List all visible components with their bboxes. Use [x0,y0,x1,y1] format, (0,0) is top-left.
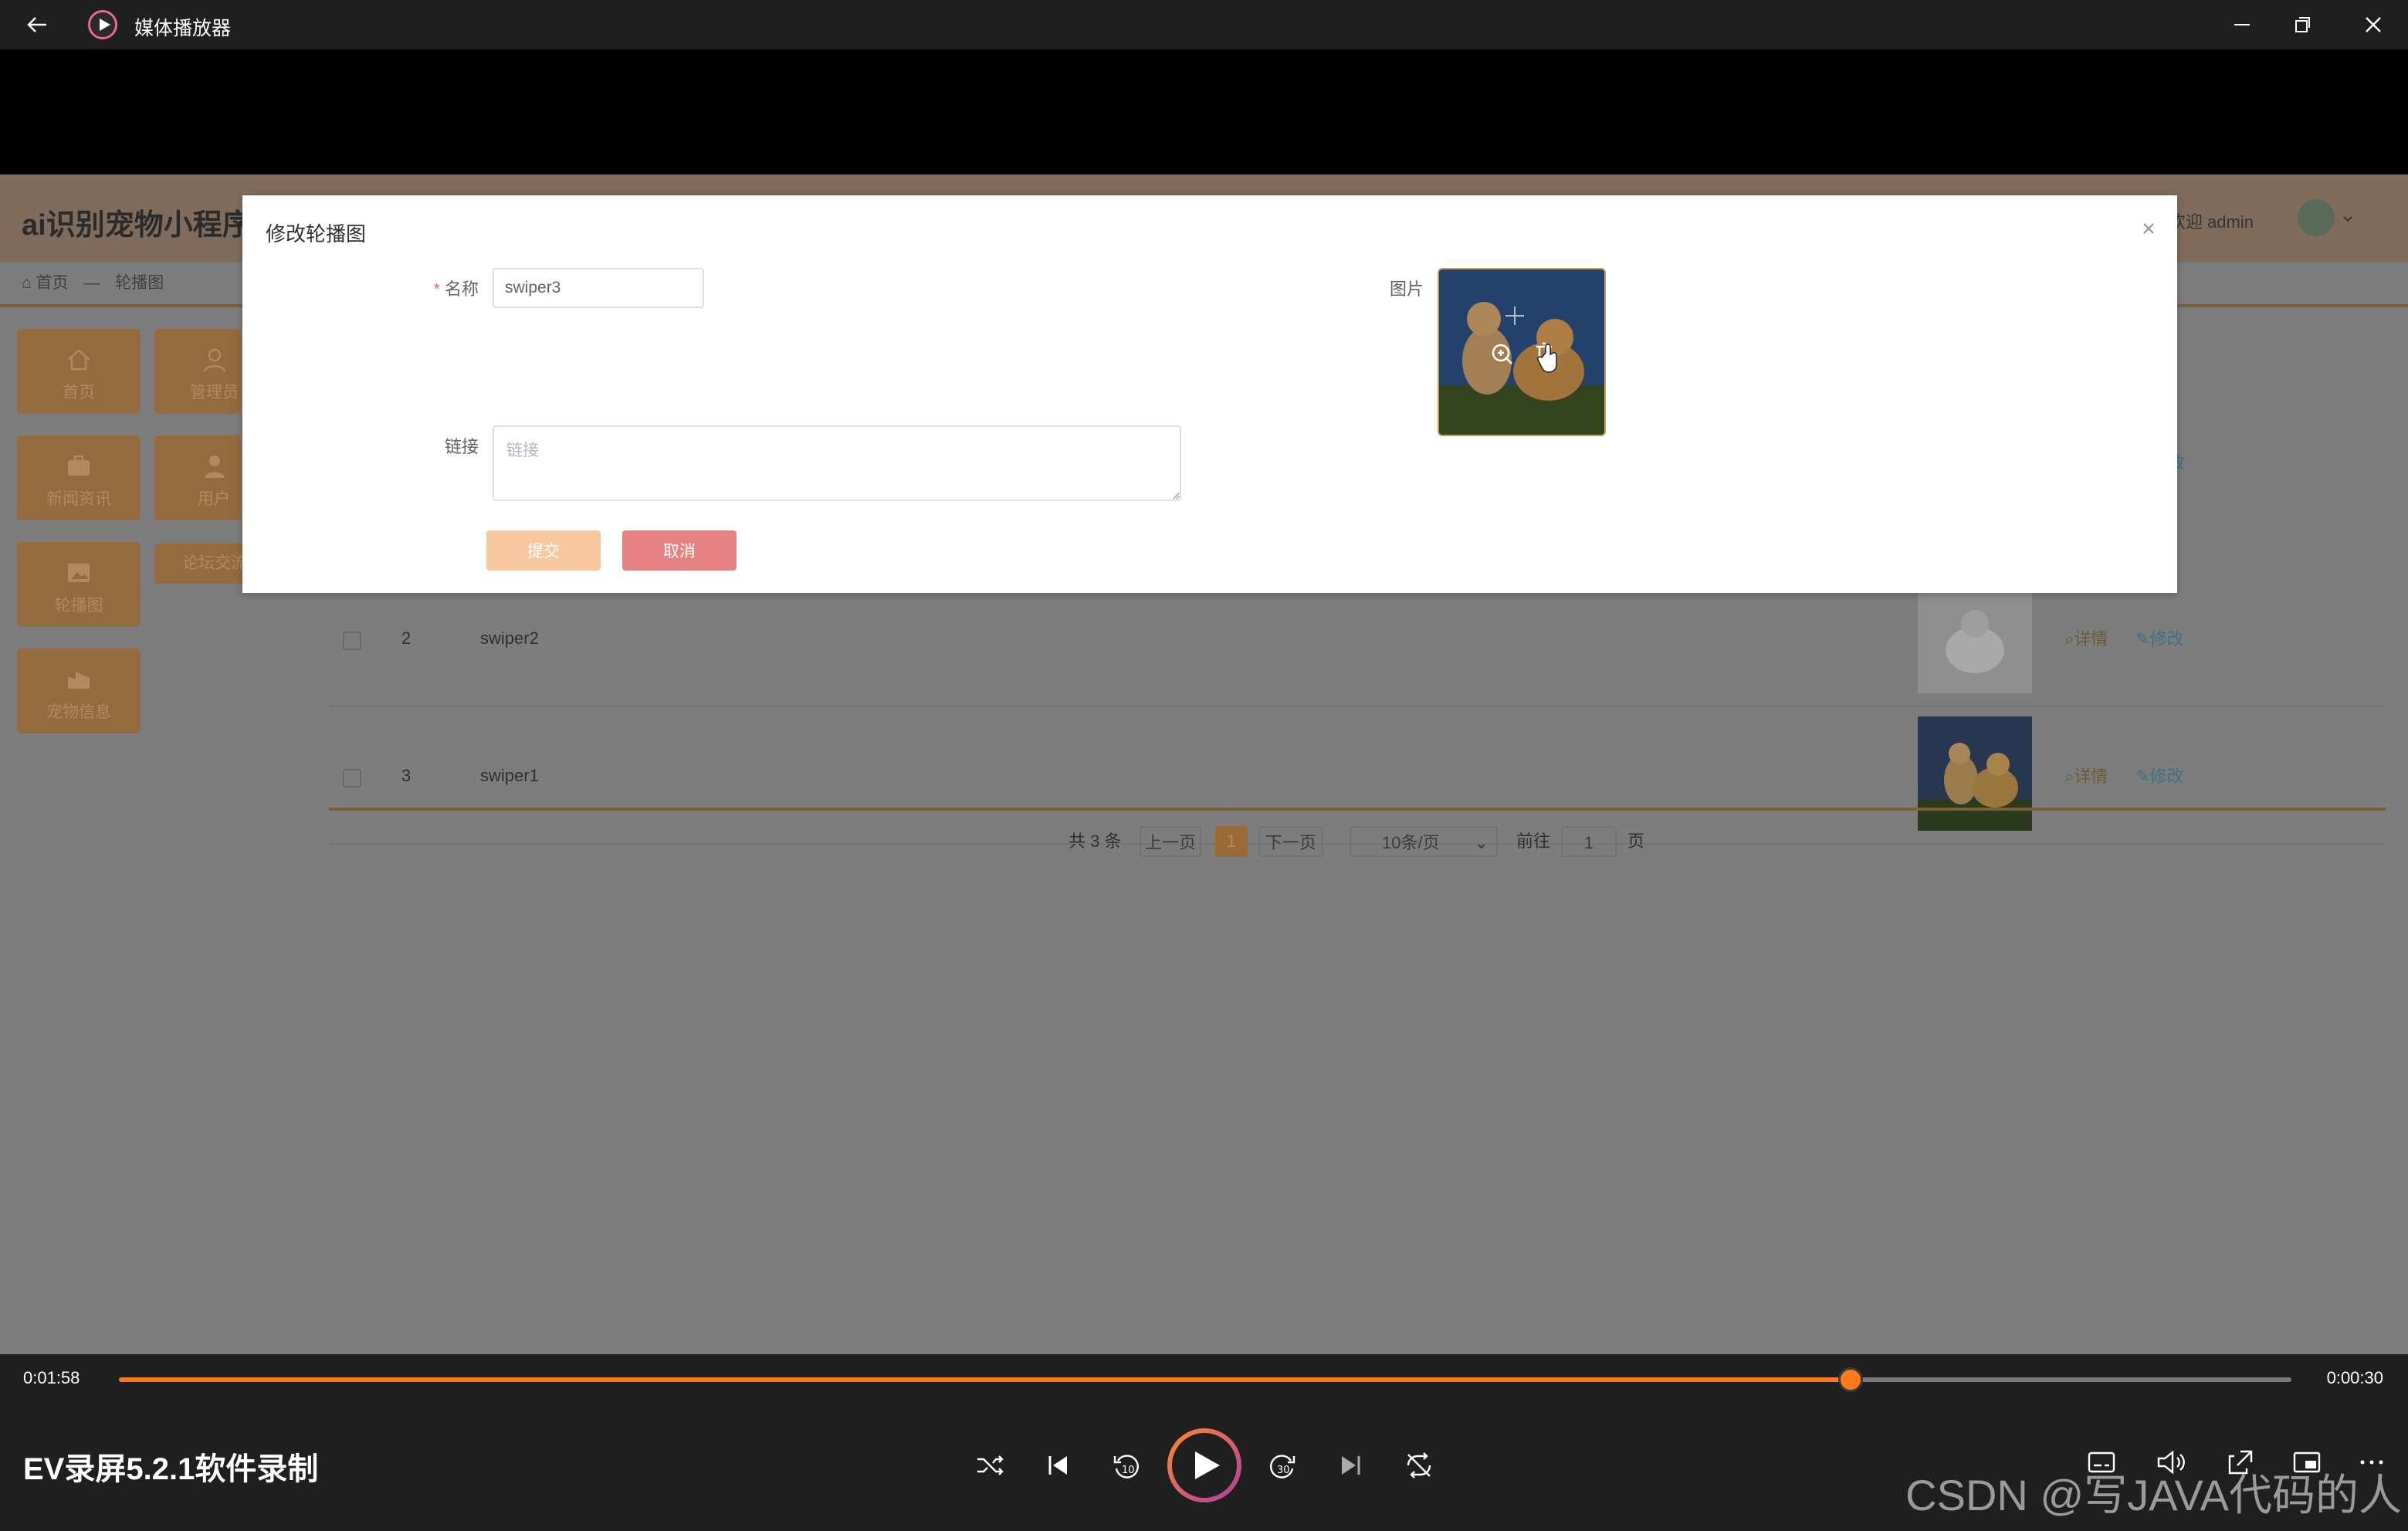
submit-button[interactable]: 提交 [486,530,601,571]
link-field[interactable] [493,425,1181,501]
person-icon [205,456,225,478]
window-title: 媒体播放器 [134,18,232,39]
close-icon[interactable] [2140,220,2157,237]
row-edit-link[interactable]: ✎修改 [2135,763,2183,788]
pagination-next[interactable]: 下一页 [1258,826,1323,857]
restore-icon[interactable] [2285,8,2319,42]
row-name: swiper1 [480,766,539,785]
edit-carousel-dialog: 修改轮播图 *名称 swiper3 链接 提交 取消 图片 [242,195,2177,593]
seek-bar[interactable] [119,1367,2291,1392]
remaining-time: 0:00:30 [2326,1368,2383,1387]
nav-user[interactable]: 用户 [154,435,241,520]
goto-prefix: 前往 [1516,832,1551,851]
welcome-text: 欢迎 admin [2168,212,2254,232]
row-edit-link[interactable]: ✎修改 [2135,625,2183,650]
app-brand: ai识别宠物小程序 [22,209,252,242]
play-button[interactable] [1167,1428,1241,1502]
avatar[interactable] [2298,199,2335,236]
search-icon: ⌕ [2064,629,2074,649]
cancel-button[interactable]: 取消 [622,530,737,571]
image-label: 图片 [1389,279,1424,299]
media-title: EV录屏5.2.1软件录制 [23,1452,319,1486]
search-icon: ⌕ [2064,767,2074,786]
home-icon [67,349,90,371]
nav-user-label: 用户 [198,490,230,508]
user-icon [203,348,226,372]
close-icon[interactable] [2356,8,2390,42]
breadcrumb-current: 轮播图 [115,274,164,292]
row-detail-link[interactable]: ⌕详情 [2064,625,2108,650]
image-upload-preview[interactable] [1438,268,1606,436]
forward-30-icon[interactable]: 30 [1266,1448,1300,1482]
table-row: 3 swiper1 ⌕详情 ✎修改 [329,707,2386,845]
nav-news[interactable]: 新闻资讯 [17,435,141,520]
media-player-icon [88,10,117,39]
breadcrumb-separator: — [83,274,100,292]
briefcase-icon [68,455,90,476]
chevron-down-icon[interactable] [2342,213,2354,225]
seek-progress [119,1377,1851,1382]
nav-news-label: 新闻资讯 [46,490,111,508]
pagination-total: 共 3 条 [1069,832,1122,851]
minimize-icon[interactable] [2225,8,2259,42]
nav-home-label: 首页 [63,384,95,401]
row-checkbox[interactable] [343,769,361,788]
edit-icon: ✎ [2135,767,2150,786]
dialog-title: 修改轮播图 [266,222,367,246]
watermark: CSDN @写JAVA代码的人 [1905,1471,2402,1519]
edit-icon: ✎ [2135,629,2150,649]
media-player-titlebar: 媒体播放器 [0,0,2408,49]
play-icon [1195,1451,1220,1479]
row-checkbox[interactable] [343,632,361,650]
svg-text:30: 30 [1277,1465,1290,1476]
row-detail-link[interactable]: ⌕详情 [2064,763,2108,788]
required-asterisk: * [433,279,440,299]
row-index: 3 [401,766,411,785]
nav-pets[interactable]: 宠物信息 [17,649,141,733]
pagination-prev[interactable]: 上一页 [1140,826,1201,857]
nav-admin-label: 管理员 [190,384,239,401]
next-icon[interactable] [1334,1448,1368,1482]
link-label: 链接 [444,437,479,456]
nav-carousel[interactable]: 轮播图 [17,542,141,627]
row-thumbnail [1918,716,2032,831]
nav-admin[interactable]: 管理员 [154,329,241,414]
elapsed-time: 0:01:58 [23,1368,80,1387]
name-field[interactable]: swiper3 [493,268,704,308]
rewind-10-icon[interactable]: 10 [1109,1448,1143,1482]
pet-icon [68,672,90,689]
svg-text:10: 10 [1122,1465,1135,1476]
goto-suffix: 页 [1627,832,1645,851]
previous-icon[interactable] [1041,1448,1075,1482]
home-icon: ⌂ [22,274,32,292]
back-arrow-icon[interactable] [23,11,51,39]
image-icon [68,564,90,582]
nav-pets-label: 宠物信息 [46,703,111,721]
shuffle-icon[interactable] [973,1448,1007,1482]
breadcrumb: ⌂ 首页 — 轮播图 [22,270,164,293]
row-name: swiper2 [480,628,539,648]
nav-carousel-label: 轮播图 [54,597,103,615]
row-index: 2 [401,628,411,648]
name-label: * 名称 [433,279,479,299]
chevron-down-icon: ⌄ [1474,833,1488,852]
pagination-current[interactable]: 1 [1215,826,1248,857]
goto-page-input[interactable]: 1 [1561,826,1617,857]
dog-photo [1439,269,1604,435]
video-letterbox [0,49,2408,174]
repeat-icon[interactable] [1402,1448,1436,1482]
divider [329,808,2386,811]
player-controls: 0:01:58 0:00:30 EV录屏5.2.1软件录制 10 30 CSDN… [0,1354,2408,1531]
seek-handle[interactable] [1837,1367,1863,1392]
nav-home[interactable]: 首页 [17,329,141,414]
row-thumbnail [1918,579,2032,693]
breadcrumb-home[interactable]: 首页 [36,274,69,292]
page-size-select[interactable]: 10条/页 ⌄ [1350,826,1498,857]
